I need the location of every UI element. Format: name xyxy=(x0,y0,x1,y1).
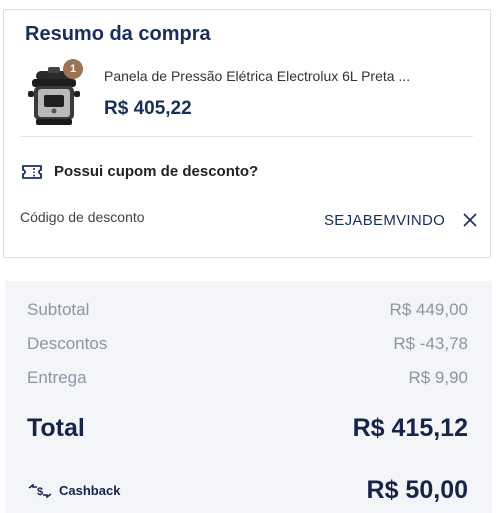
cashback-row: $ Cashback R$ 50,00 xyxy=(27,476,468,505)
total-row: Total R$ 415,12 xyxy=(27,414,468,443)
product-price: R$ 405,22 xyxy=(104,98,192,119)
close-icon[interactable] xyxy=(461,211,479,229)
divider xyxy=(21,136,473,137)
discounts-label: Descontos xyxy=(27,334,108,353)
cashback-icon: $ xyxy=(28,483,52,498)
subtotal-value: R$ 449,00 xyxy=(389,300,468,319)
svg-text:$: $ xyxy=(37,486,43,498)
ticket-icon xyxy=(22,165,42,179)
totals-panel: Subtotal R$ 449,00 Descontos R$ -43,78 E… xyxy=(5,281,492,513)
subtotal-row: Subtotal R$ 449,00 xyxy=(27,300,468,320)
cashback-label: Cashback xyxy=(59,483,121,498)
delivery-value: R$ 9,90 xyxy=(408,368,468,387)
product-name: Panela de Pressão Elétrica Electrolux 6L… xyxy=(104,68,411,84)
quantity-badge: 1 xyxy=(63,59,83,79)
discounts-value: R$ -43,78 xyxy=(393,334,468,353)
applied-coupon-code: SEJABEMVINDO xyxy=(324,212,446,229)
cashback-label-group: $ Cashback xyxy=(27,483,120,498)
summary-title: Resumo da compra xyxy=(25,23,211,45)
delivery-label: Entrega xyxy=(27,368,87,387)
delivery-row: Entrega R$ 9,90 xyxy=(27,368,468,388)
subtotal-label: Subtotal xyxy=(27,300,90,319)
discounts-row: Descontos R$ -43,78 xyxy=(27,334,468,354)
coupon-question[interactable]: Possui cupom de desconto? xyxy=(54,163,258,180)
order-summary-card: Resumo da compra 1 Panela de Pressão Elé… xyxy=(3,9,491,258)
total-label: Total xyxy=(27,414,85,442)
total-value: R$ 415,12 xyxy=(352,414,468,442)
discount-code-label: Código de desconto xyxy=(20,209,145,225)
cashback-value: R$ 50,00 xyxy=(366,476,468,504)
